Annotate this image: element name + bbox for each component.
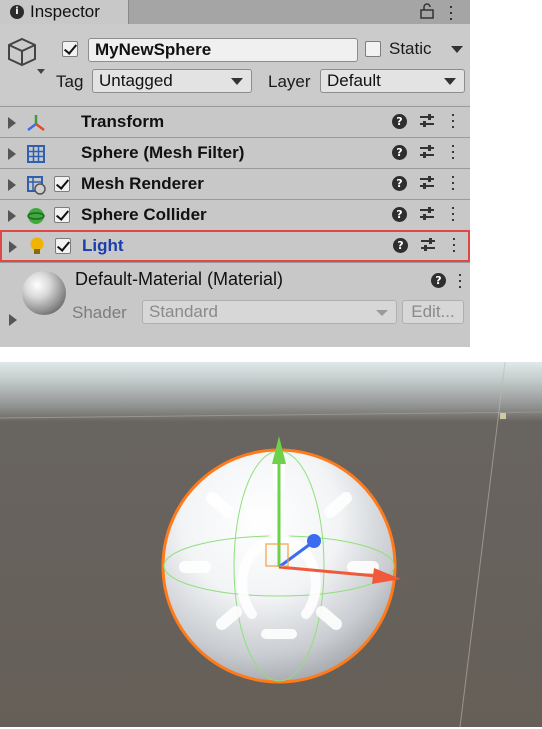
tag-dropdown[interactable]: Untagged xyxy=(92,69,252,93)
grid-line xyxy=(459,362,506,727)
foldout-arrow-icon[interactable] xyxy=(8,148,16,160)
help-icon[interactable]: ? xyxy=(392,176,407,191)
component-menu-icon[interactable]: · · · xyxy=(448,167,458,197)
tag-label: Tag xyxy=(56,72,84,91)
component-menu-icon[interactable]: · · · xyxy=(448,105,458,135)
foldout-arrow-icon[interactable] xyxy=(9,314,17,326)
help-icon[interactable]: ? xyxy=(392,207,407,222)
component-name: Transform xyxy=(81,112,165,131)
preset-settings-icon[interactable] xyxy=(419,175,435,191)
scene-view[interactable] xyxy=(0,362,542,727)
preset-settings-icon[interactable] xyxy=(419,206,435,222)
scene-canvas[interactable] xyxy=(0,362,542,727)
tag-value: Untagged xyxy=(99,71,173,90)
info-icon: i xyxy=(10,5,24,19)
preset-settings-icon[interactable] xyxy=(420,237,436,253)
component-enabled-checkbox[interactable] xyxy=(54,176,70,192)
help-icon[interactable]: ? xyxy=(393,238,408,253)
sphere-collider-icon xyxy=(27,208,45,224)
mesh-renderer-icon xyxy=(27,176,46,195)
component-name: Mesh Renderer xyxy=(81,174,204,193)
material-section: Default-Material (Material) ? · · · Shader… xyxy=(0,262,470,347)
edit-shader-button[interactable]: Edit... xyxy=(402,300,464,324)
component-light[interactable]: Light ? · · · xyxy=(0,229,470,262)
help-icon[interactable]: ? xyxy=(431,273,446,288)
component-name: Light xyxy=(82,236,124,255)
mesh-filter-icon xyxy=(27,145,45,163)
active-checkbox[interactable] xyxy=(62,41,78,57)
static-label: Static xyxy=(389,39,432,58)
light-bulb-icon xyxy=(30,237,44,254)
static-dropdown-arrow[interactable] xyxy=(451,46,463,53)
grid-marker xyxy=(500,413,506,419)
gameobject-cube-icon[interactable] xyxy=(6,36,46,76)
foldout-arrow-icon[interactable] xyxy=(8,210,16,222)
component-mesh-filter[interactable]: Sphere (Mesh Filter) ? · · · xyxy=(0,136,470,168)
chevron-down-icon xyxy=(376,310,388,316)
help-icon[interactable]: ? xyxy=(392,145,407,160)
foldout-arrow-icon[interactable] xyxy=(8,117,16,129)
preset-settings-icon[interactable] xyxy=(419,113,435,129)
layer-value: Default xyxy=(327,71,381,90)
component-mesh-renderer[interactable]: Mesh Renderer ? · · · xyxy=(0,167,470,199)
foldout-arrow-icon[interactable] xyxy=(8,179,16,191)
component-transform[interactable]: Transform ? · · · xyxy=(0,105,470,137)
horizon-line xyxy=(0,411,542,419)
chevron-down-icon xyxy=(444,78,456,85)
transform-icon xyxy=(27,115,45,131)
component-enabled-checkbox[interactable] xyxy=(54,207,70,223)
preset-settings-icon[interactable] xyxy=(419,144,435,160)
component-menu-icon[interactable]: · · · xyxy=(449,229,459,259)
component-name: Sphere Collider xyxy=(81,205,207,224)
component-sphere-collider[interactable]: Sphere Collider ? · · · xyxy=(0,198,470,230)
inspector-panel: i Inspector · · · MyNewSphere Static Tag U… xyxy=(0,0,470,347)
object-header: MyNewSphere Static Tag Untagged Layer De… xyxy=(0,24,470,104)
shader-value: Standard xyxy=(149,302,218,321)
inspector-tab[interactable]: i Inspector xyxy=(0,0,129,24)
tab-menu-icon[interactable]: · · · xyxy=(446,0,456,27)
shader-dropdown[interactable]: Standard xyxy=(142,300,397,324)
object-name-field[interactable]: MyNewSphere xyxy=(88,38,358,62)
layer-dropdown[interactable]: Default xyxy=(320,69,465,93)
material-menu-icon[interactable]: · · · xyxy=(455,265,465,295)
component-enabled-checkbox[interactable] xyxy=(55,238,71,254)
chevron-down-icon xyxy=(231,78,243,85)
component-name: Sphere (Mesh Filter) xyxy=(81,143,245,162)
component-menu-icon[interactable]: · · · xyxy=(448,136,458,166)
foldout-arrow-icon[interactable] xyxy=(9,241,17,253)
static-checkbox[interactable] xyxy=(365,41,381,57)
lock-icon[interactable] xyxy=(420,2,434,20)
component-menu-icon[interactable]: · · · xyxy=(448,198,458,228)
inspector-tab-title: Inspector xyxy=(30,2,100,21)
material-name: Default-Material (Material) xyxy=(75,269,284,289)
material-preview-sphere[interactable] xyxy=(22,271,66,315)
layer-label: Layer xyxy=(268,72,311,91)
z-axis-knob-icon[interactable] xyxy=(307,534,321,548)
help-icon[interactable]: ? xyxy=(392,114,407,129)
inspector-tab-bar: i Inspector · · · xyxy=(0,0,470,27)
shader-label: Shader xyxy=(72,303,127,322)
